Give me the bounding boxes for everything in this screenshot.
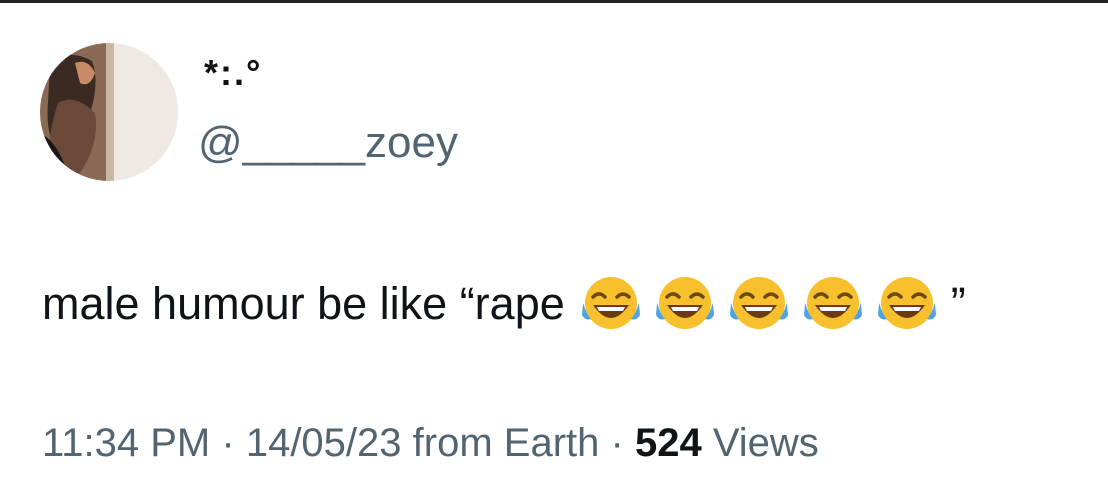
avatar-photo bbox=[40, 43, 178, 181]
user-handle[interactable]: @_____zoey bbox=[198, 121, 458, 165]
emoji-row bbox=[579, 271, 949, 335]
meta-separator: · bbox=[221, 421, 235, 465]
tweet-card: *:.° @_____zoey male humour be like “rap… bbox=[0, 0, 1108, 490]
face-with-tears-of-joy-icon bbox=[727, 271, 791, 335]
face-with-tears-of-joy-icon bbox=[579, 271, 643, 335]
tweet-text: male humour be like “rape ” bbox=[42, 271, 966, 335]
avatar[interactable] bbox=[40, 43, 178, 181]
display-name[interactable]: *:.° bbox=[204, 55, 262, 91]
face-with-tears-of-joy-icon bbox=[653, 271, 717, 335]
views-label: Views bbox=[712, 421, 819, 465]
tweet-text-body: male humour be like “rape bbox=[42, 277, 565, 329]
tweet-meta: 11:34 PM · 14/05/23 from Earth · 524 Vie… bbox=[42, 423, 819, 463]
tweet-source: from Earth bbox=[412, 421, 600, 465]
face-with-tears-of-joy-icon bbox=[801, 271, 865, 335]
meta-separator: · bbox=[610, 421, 624, 465]
face-with-tears-of-joy-icon bbox=[875, 271, 939, 335]
tweet-time[interactable]: 11:34 PM bbox=[42, 421, 210, 465]
closing-quote: ” bbox=[950, 277, 966, 329]
tweet-date[interactable]: 14/05/23 bbox=[246, 421, 402, 465]
views-count: 524 bbox=[634, 421, 702, 465]
